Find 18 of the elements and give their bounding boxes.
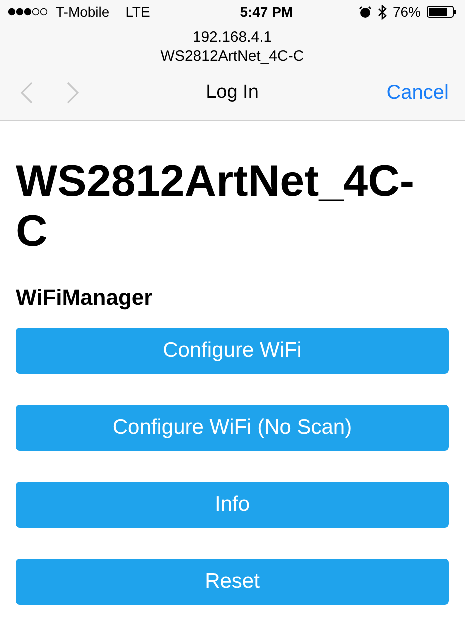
signal-icon <box>8 8 48 16</box>
bluetooth-icon <box>378 4 387 20</box>
battery-icon <box>427 6 457 18</box>
clock-time: 5:47 PM <box>240 2 294 22</box>
battery-percent: 76% <box>392 2 421 22</box>
page-subheading: WiFiManager <box>16 284 154 312</box>
menu-button[interactable]: Reset <box>16 559 449 605</box>
nav-title: Log In <box>205 80 260 105</box>
page-heading: WS2812ArtNet_4C-C <box>16 157 416 257</box>
cancel-button[interactable]: Cancel <box>386 78 449 108</box>
alarm-icon <box>358 6 372 18</box>
carrier-name: T-Mobile <box>56 2 110 22</box>
address-host: 192.168.4.1 <box>192 28 272 47</box>
address-title: WS2812ArtNet_4C-C <box>160 47 304 66</box>
menu-button[interactable]: Info <box>16 482 449 528</box>
menu-button[interactable]: Configure WiFi (No Scan) <box>16 405 449 451</box>
menu-button[interactable]: Configure WiFi <box>16 328 449 374</box>
network-type: LTE <box>126 2 150 22</box>
